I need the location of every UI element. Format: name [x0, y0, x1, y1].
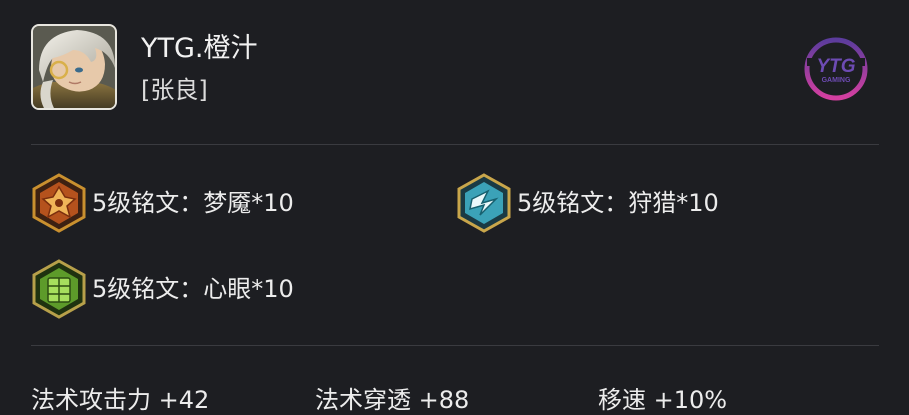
logo-subtext: GAMING: [822, 77, 851, 84]
attribute-magic-penetration: 法术穿透 +88: [315, 386, 470, 414]
hero-avatar[interactable]: [31, 24, 117, 110]
hero-name: [张良]: [141, 76, 208, 104]
player-name: YTG.橙汁: [141, 33, 258, 64]
ytg-gaming-logo-icon: YTG GAMING: [803, 36, 869, 102]
attribute-magic-attack: 法术攻击力 +42: [31, 386, 210, 414]
rune-label: 5级铭文：狩猎*10: [517, 189, 719, 217]
runes-divider: [31, 345, 879, 346]
blue-rune-icon: [456, 173, 512, 233]
green-rune-icon: [31, 259, 87, 319]
hero-portrait-icon: [33, 26, 115, 108]
red-rune-icon: [31, 173, 87, 233]
attribute-move-speed: 移速 +10%: [598, 386, 728, 414]
rune-item-xinyan[interactable]: 5级铭文：心眼*10: [31, 259, 294, 319]
logo-text: YTG: [816, 56, 855, 77]
rune-label: 5级铭文：梦魇*10: [92, 189, 294, 217]
rune-label: 5级铭文：心眼*10: [92, 275, 294, 303]
rune-item-shoulie[interactable]: 5级铭文：狩猎*10: [456, 173, 719, 233]
header-divider: [31, 144, 879, 145]
attribute-row: 法术攻击力 +42 法术穿透 +88 移速 +10%: [31, 385, 879, 415]
rune-item-mengyan[interactable]: 5级铭文：梦魇*10: [31, 173, 294, 233]
player-header: YTG.橙汁 [张良] YTG GAMING: [31, 24, 879, 114]
